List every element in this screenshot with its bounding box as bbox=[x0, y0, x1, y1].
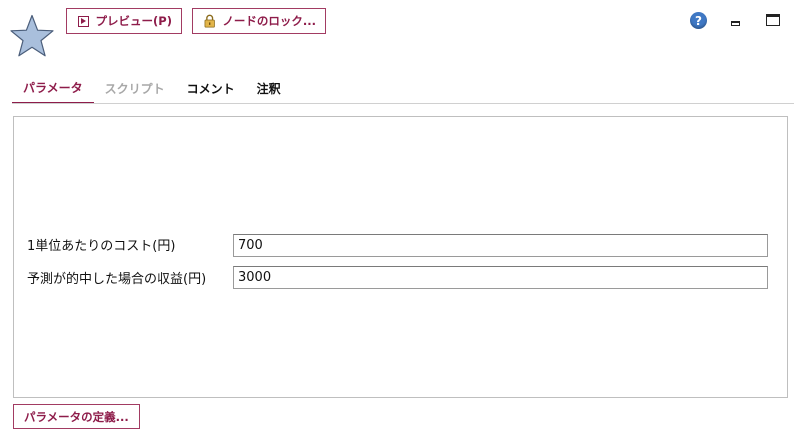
maximize-icon[interactable] bbox=[766, 14, 780, 26]
tab-parameters[interactable]: パラメータ bbox=[12, 72, 94, 104]
help-glyph: ? bbox=[695, 13, 702, 28]
play-icon bbox=[78, 15, 89, 27]
help-icon[interactable]: ? bbox=[690, 12, 707, 29]
tab-annotation[interactable]: 注釈 bbox=[246, 72, 292, 104]
minimize-icon[interactable] bbox=[731, 21, 740, 26]
define-parameters-button[interactable]: パラメータの定義... bbox=[13, 404, 140, 429]
tab-divider bbox=[12, 103, 794, 104]
tab-comment[interactable]: コメント bbox=[176, 72, 246, 104]
node-editor-window: プレビュー(P) ノードのロック... ? パラメータ スクリプト コメント 注… bbox=[0, 0, 800, 433]
tab-bar: パラメータ スクリプト コメント 注釈 bbox=[12, 72, 292, 104]
parameters-panel: 1単位あたりのコスト(円) 予測が的中した場合の収益(円) bbox=[13, 116, 788, 398]
lock-node-button-label: ノードのロック... bbox=[222, 14, 316, 28]
lock-icon bbox=[204, 14, 215, 28]
revenue-if-correct-input[interactable] bbox=[233, 266, 768, 289]
cost-per-unit-input[interactable] bbox=[233, 234, 768, 257]
cost-per-unit-label: 1単位あたりのコスト(円) bbox=[27, 239, 176, 254]
preview-button[interactable]: プレビュー(P) bbox=[66, 8, 182, 34]
revenue-if-correct-label: 予測が的中した場合の収益(円) bbox=[27, 272, 207, 287]
preview-button-label: プレビュー(P) bbox=[95, 14, 172, 28]
lock-node-button[interactable]: ノードのロック... bbox=[192, 8, 326, 34]
star-icon bbox=[10, 14, 54, 57]
tab-script: スクリプト bbox=[104, 81, 165, 96]
